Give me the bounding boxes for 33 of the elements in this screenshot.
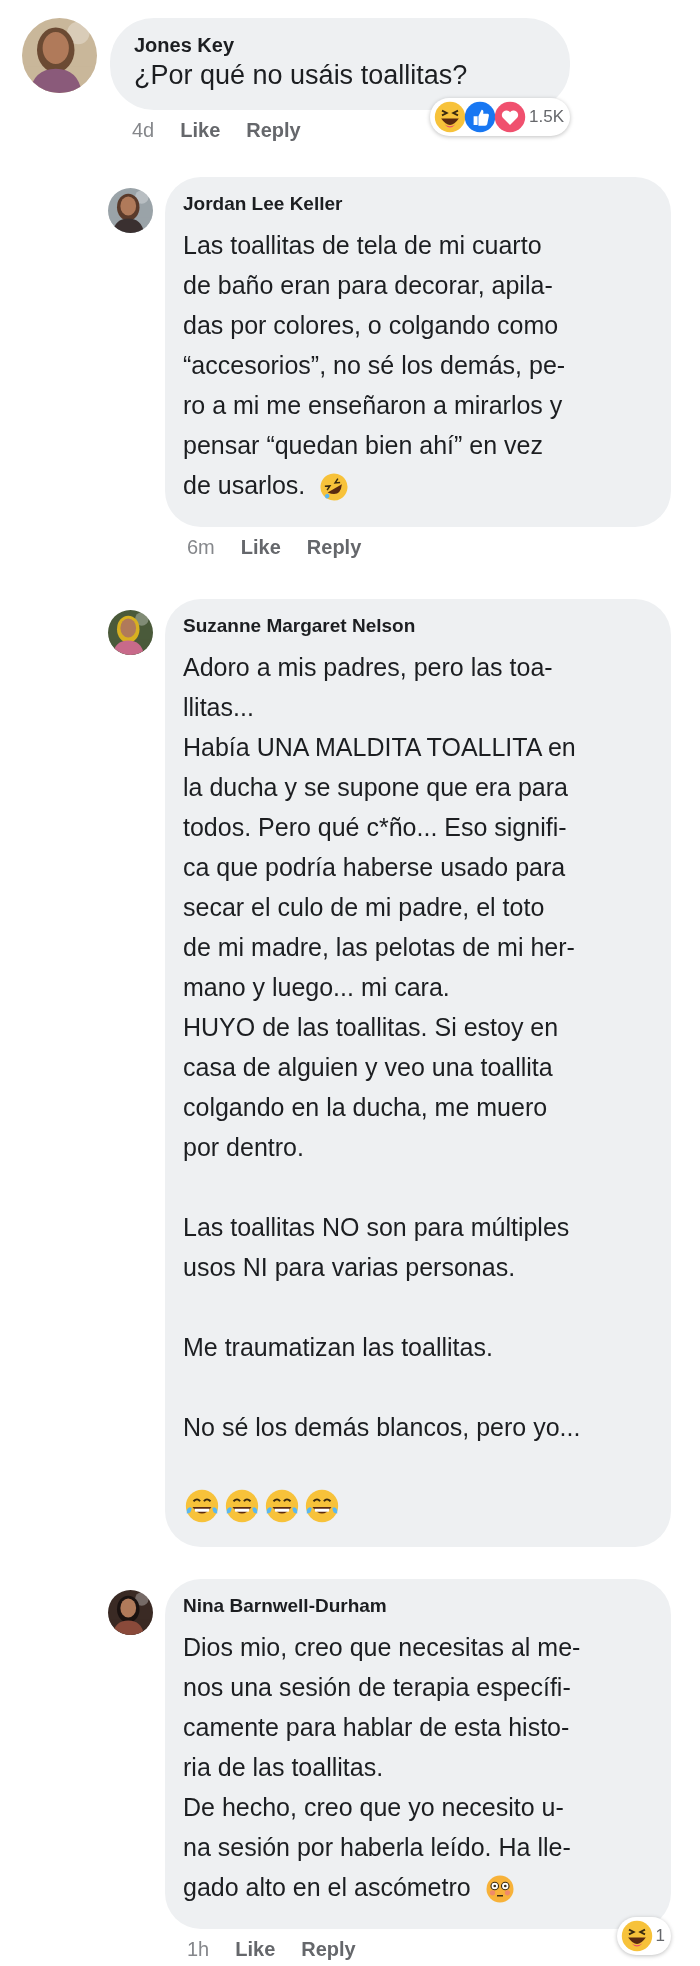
thumbs-up-icon xyxy=(464,101,496,133)
reply-link[interactable]: Reply xyxy=(301,1937,356,1961)
comment-text: Las toallitas de tela de mi cuarto de baño eran para decorar, apila- das por colores, o colgando como “accesorios”, no sé los demás, pe- ro a mi me enseñaron a mirarlos y pensar “quedan bien ahí” en vez de usarlos. xyxy=(183,225,655,505)
reaction-count: 1 xyxy=(655,1926,665,1946)
comment-text: Me traumatizan las toallitas. xyxy=(183,1332,494,1363)
laughing-face-icon xyxy=(620,1920,653,1952)
author-name: Nina Barnwell-Durham xyxy=(183,1594,388,1618)
comment-text: Adoro a mis padres, pero las toa- llitas... Había UNA MALDITA TOALLITA en la ducha y se supone que era para todos. Pero qué c*ño... Eso signifi- ca que podría haberse usado para secar el culo de mi padre, el toto de mi madre, las pelotas de mi her- mano y luego... mi cara. HUYO de las toallitas. Si estoy en casa de alguien y veo una toallita colgando en la ducha, me muero por dentro. xyxy=(183,652,577,1163)
comment-text: Las toallitas NO son para múltiples usos NI para varias personas. xyxy=(183,1212,571,1283)
author-name: Jordan Lee Keller xyxy=(183,192,344,216)
rolling-laughing-face-icon xyxy=(319,472,350,502)
tears-of-joy-face-icon xyxy=(183,1487,221,1525)
wide-eyed-face-icon xyxy=(484,1874,515,1904)
tears-of-joy-face-icon xyxy=(303,1487,341,1525)
comment-text: Dios mio, creo que necesitas al me- nos una sesión de terapia específi- camente para hablar de esta histo- ria de las toallitas. De hecho, creo que yo necesito u- na sesión por haberla leído. Ha lle- gado alto en el ascómetro xyxy=(183,1627,655,1907)
reaction-count: 1.5K xyxy=(529,107,564,127)
like-link[interactable]: Like xyxy=(240,535,281,559)
reply-link[interactable]: Reply xyxy=(306,535,362,559)
tears-of-joy-face-icon xyxy=(223,1487,261,1525)
timestamp: 4d xyxy=(132,118,155,142)
reply-link[interactable]: Reply xyxy=(246,118,301,142)
reaction-badge[interactable]: 1.5K xyxy=(430,98,570,136)
timestamp: 6m xyxy=(187,535,215,559)
timestamp: 1h xyxy=(187,1937,210,1961)
comment-text: No sé los demás blancos, pero yo... xyxy=(183,1412,582,1443)
author-name: Suzanne Margaret Nelson xyxy=(183,614,417,638)
reaction-badge[interactable]: 1 xyxy=(616,1917,671,1955)
like-link[interactable]: Like xyxy=(180,118,221,142)
comment-text: ¿Por qué no usáis toallitas? xyxy=(134,59,469,92)
tears-of-joy-face-icon xyxy=(263,1487,301,1525)
laughing-face-icon xyxy=(434,101,466,133)
like-link[interactable]: Like xyxy=(235,1937,276,1961)
author-name: Jones Key xyxy=(134,33,236,58)
